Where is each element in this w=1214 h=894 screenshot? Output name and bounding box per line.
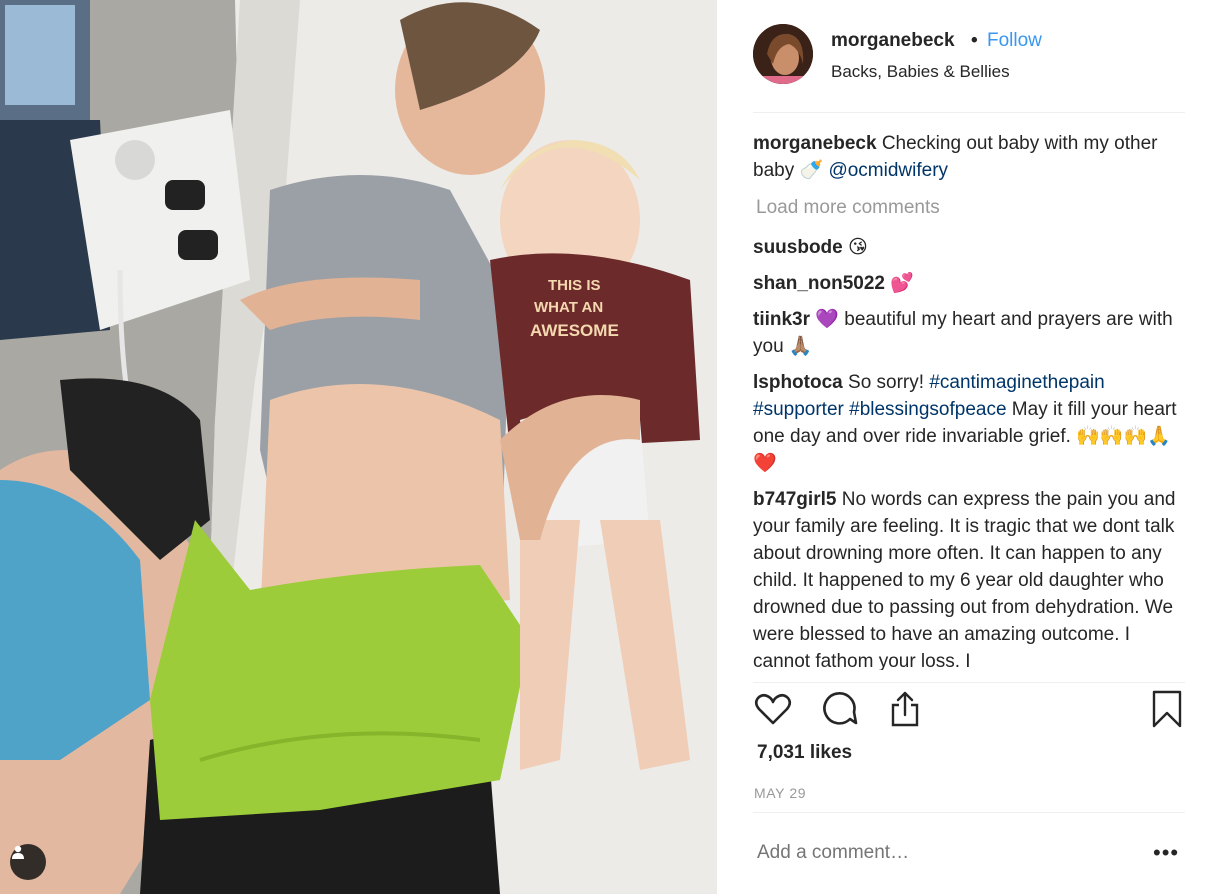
post-header: morganebeck • Follow Backs, Babies & Bel…	[753, 24, 1185, 113]
comment-item: lsphotoca So sorry! #cantimaginethepain …	[753, 369, 1185, 477]
comment-text: So sorry!	[848, 372, 925, 393]
comment-text: 💕	[890, 273, 914, 294]
comment-username[interactable]: lsphotoca	[753, 372, 843, 393]
post-details-panel: morganebeck • Follow Backs, Babies & Bel…	[717, 0, 1214, 894]
comment-text: 😘	[848, 237, 868, 258]
add-comment-input[interactable]	[757, 842, 1137, 864]
comment-bubble-icon[interactable]	[819, 689, 859, 729]
post-username[interactable]: morganebeck	[831, 30, 955, 52]
svg-text:AWESOME: AWESOME	[530, 321, 619, 340]
comment-item: b747girl5 No words can express the pain …	[753, 486, 1185, 670]
tagged-user-button[interactable]	[10, 844, 46, 880]
svg-text:WHAT AN: WHAT AN	[534, 299, 603, 316]
comment-username[interactable]: shan_non5022	[753, 273, 885, 294]
comment-item: shan_non5022 💕	[753, 270, 1185, 297]
user-tag-icon	[12, 845, 24, 859]
comment-username[interactable]: b747girl5	[753, 489, 836, 510]
comment-username[interactable]: suusbode	[753, 237, 843, 258]
separator-dot: •	[971, 30, 978, 51]
hashtag-link[interactable]: #supporter	[753, 399, 844, 420]
bookmark-icon[interactable]	[1147, 689, 1187, 729]
comment-item: suusbode 😘	[753, 234, 1185, 261]
avatar[interactable]	[753, 24, 813, 84]
svg-text:THIS IS: THIS IS	[548, 277, 601, 294]
avatar-image	[753, 24, 813, 84]
divider	[753, 812, 1185, 813]
comment-item: tiink3r 💜 beautiful my heart and prayers…	[753, 306, 1185, 360]
post-image: THIS IS WHAT AN AWESOME	[0, 0, 717, 894]
hashtag-link[interactable]: #cantimaginethepain	[929, 372, 1104, 393]
follow-button[interactable]: Follow	[987, 30, 1042, 52]
share-icon[interactable]	[885, 689, 925, 729]
caption-username[interactable]: morganebeck	[753, 133, 877, 154]
caption-emoji: 🍼	[799, 160, 824, 181]
action-bar	[753, 682, 1185, 731]
comment-text: No words can express the pain you and yo…	[753, 489, 1176, 670]
heart-icon[interactable]	[753, 689, 793, 729]
hashtag-link[interactable]: #blessingsofpeace	[849, 399, 1006, 420]
post-date[interactable]: MAY 29	[754, 785, 806, 801]
more-options-button[interactable]: •••	[1153, 840, 1179, 866]
caption-mention-link[interactable]: @ocmidwifery	[828, 160, 948, 181]
caption: morganebeck Checking out baby with my ot…	[753, 130, 1185, 184]
comment-text: 💜 beautiful my heart and prayers are wit…	[753, 309, 1173, 357]
load-more-comments-button[interactable]: Load more comments	[756, 194, 1185, 221]
post-location[interactable]: Backs, Babies & Bellies	[831, 62, 1010, 82]
comment-list[interactable]: morganebeck Checking out baby with my ot…	[753, 130, 1185, 670]
like-count[interactable]: 7,031 likes	[757, 742, 852, 764]
post-photo[interactable]: THIS IS WHAT AN AWESOME	[0, 0, 717, 894]
comment-username[interactable]: tiink3r	[753, 309, 810, 330]
